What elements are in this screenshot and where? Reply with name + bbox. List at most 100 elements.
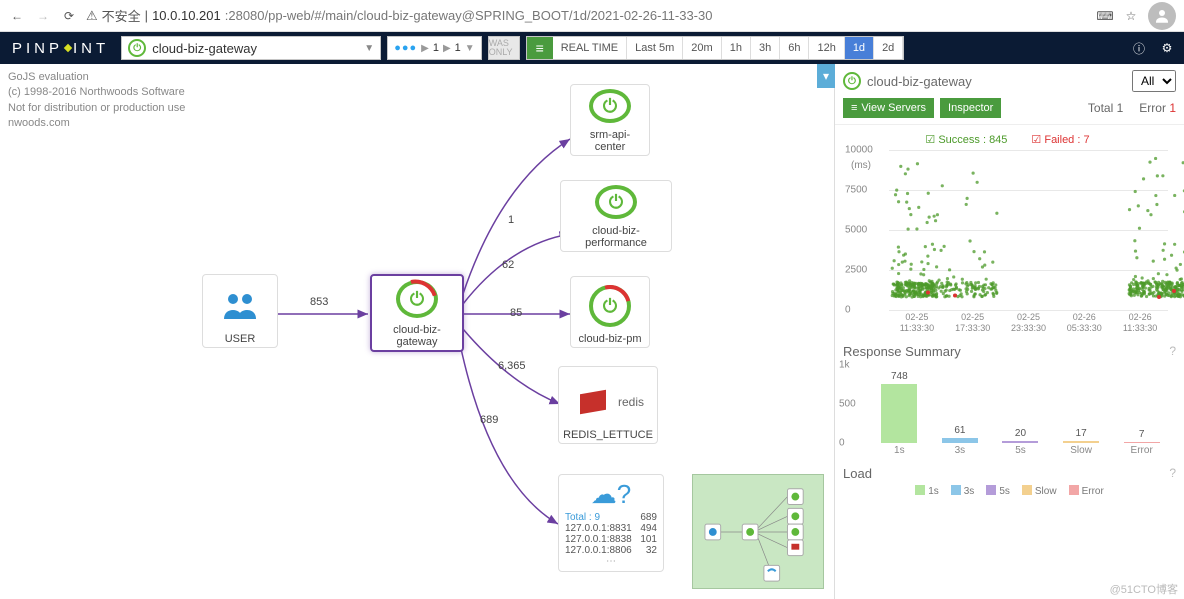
chevron-down-icon: ▼ [364,43,374,54]
edge-label-gw-cloud: 689 [480,414,498,426]
response-summary-title: Response Summary [843,344,1163,359]
time-option-1h[interactable]: 1h [722,37,751,59]
bar-3s[interactable]: 61 [930,365,991,443]
reload-icon[interactable]: ⟳ [60,7,78,25]
gojs-watermark: GoJS evaluation (c) 1998-2016 Northwoods… [8,70,185,132]
was-only-toggle[interactable]: WAS ONLY [488,36,520,60]
time-option-12h[interactable]: 12h [809,37,844,59]
view-servers-button[interactable]: ≡View Servers [843,98,934,118]
legend-5s: 5s [986,485,1010,497]
spring-boot-icon: ⏻ [595,185,637,219]
translate-icon[interactable]: ⌨ [1096,7,1114,25]
legend-success[interactable]: Success : 845 [925,133,1007,146]
browser-chrome: ← → ⟳ ⚠ 不安全 | 10.0.10.201:28080/pp-web/#… [0,0,1184,32]
address-bar[interactable]: ⚠ 不安全 | 10.0.10.201:28080/pp-web/#/main/… [86,6,1088,25]
bar-Error[interactable]: 7 [1111,365,1172,443]
instance-filter-select[interactable]: All [1132,70,1176,92]
help-icon[interactable]: ? [1169,466,1176,480]
legend-3s: 3s [951,485,975,497]
redis-brand-label: redis [618,395,644,409]
user-icon [219,285,261,327]
response-summary-chart[interactable]: 1k 500 0 7486120177 [869,365,1172,443]
bar-5s[interactable]: 20 [990,365,1051,443]
pinpoint-logo[interactable]: PINPINT [6,40,115,57]
node-cloud-biz-pm[interactable]: ⏻ cloud-biz-pm [570,276,650,348]
edge-label-gw-perf: 62 [502,259,514,271]
response-summary-axis: 1s3s5sSlowError [869,445,1172,456]
bar-1s[interactable]: 748 [869,365,930,443]
profile-avatar-icon[interactable] [1148,2,1176,30]
help-icon[interactable]: ⓘ [1128,37,1150,59]
outbound-count: 1 [455,42,461,54]
node-unknown-cloud[interactable]: ☁? Total : 9689 127.0.0.1:8831494 127.0.… [558,474,664,572]
chevron-down-icon: ▼ [465,43,475,54]
load-legend: 1s 3s 5s Slow Error [835,483,1184,501]
forward-icon[interactable]: → [34,7,52,25]
cloud-total-count: 689 [640,512,657,523]
node-gateway-label: cloud-biz-gateway [372,322,462,350]
time-option-6h[interactable]: 6h [780,37,809,59]
inout-filter[interactable]: ●●● ▶ 1 ▶ 1 ▼ [387,36,482,60]
node-redis-label: REDIS_LETTUCE [559,427,657,443]
url-host: 10.0.10.201 [152,8,221,23]
error-label: Error [1139,101,1166,115]
realtime-icon[interactable]: ≡ [527,37,553,59]
panel-header: ⏻ cloud-biz-gateway All [835,64,1184,98]
total-label: Total [1088,101,1113,115]
cloud-more-icon: ⋯ [606,556,616,567]
node-user-label: USER [203,331,277,347]
node-redis[interactable]: redis REDIS_LETTUCE [558,366,658,444]
bar-Slow[interactable]: 17 [1051,365,1112,443]
insecure-label: 不安全 [102,6,141,25]
time-option-20m[interactable]: 20m [683,37,721,59]
legend-err: Error [1069,485,1104,497]
side-panel: ▾ ⏻ cloud-biz-gateway All ≡View Servers … [834,64,1184,599]
redis-icon [572,381,614,423]
time-range-selector: ≡ REAL TIME Last 5m 20m 1h 3h 6h 12h 1d … [526,36,905,60]
node-pm-label: cloud-biz-pm [571,331,649,347]
node-gateway[interactable]: ⏻ cloud-biz-gateway [370,274,464,352]
settings-icon[interactable]: ⚙ [1156,37,1178,59]
inbound-count: 1 [433,42,439,54]
spring-boot-icon: ⏻ [128,39,146,57]
time-option-last5m[interactable]: Last 5m [627,37,683,59]
error-value: 1 [1169,101,1176,115]
time-option-3h[interactable]: 3h [751,37,780,59]
edge-label-user-gw: 853 [310,296,328,308]
cloud-row: 127.0.0.1:8831494 [565,523,657,534]
cloud-row: 127.0.0.1:880632 [565,545,657,556]
node-cloud-biz-performance[interactable]: ⏻ cloud-biz-performance [560,180,672,252]
scatter-plot-area[interactable]: (ms) 10000 7500 5000 2500 0 [889,150,1168,310]
inbound-dots-icon: ●●● [394,42,417,54]
node-perf-label: cloud-biz-performance [561,223,671,251]
time-option-2d[interactable]: 2d [874,37,903,59]
collapse-panel-icon[interactable]: ▾ [817,64,835,88]
legend-failed[interactable]: Failed : 7 [1031,133,1089,146]
node-srm-api-center[interactable]: ⏻ srm-api-center [570,84,650,156]
arrow-right-icon: ▶ [443,43,451,54]
load-title: Load [843,466,1163,481]
watermark: @51CTO博客 [1110,581,1178,597]
server-map-minimap[interactable] [692,474,824,589]
cloud-total-label: Total : 9 [565,512,600,523]
spring-boot-icon: ⏻ [589,89,631,123]
total-value: 1 [1117,101,1124,115]
node-api-label: srm-api-center [571,127,649,155]
insecure-triangle-icon: ⚠ [86,8,98,24]
application-selected: cloud-biz-gateway [152,41,358,56]
back-icon[interactable]: ← [8,7,26,25]
time-option-1d[interactable]: 1d [845,37,874,59]
star-icon[interactable]: ☆ [1122,7,1140,25]
node-user[interactable]: USER [202,274,278,348]
url-path: :28080/pp-web/#/main/cloud-biz-gateway@S… [225,8,713,23]
inspector-button[interactable]: Inspector [940,98,1001,118]
panel-stats: Total 1 Error 1 [1088,101,1176,115]
server-map[interactable]: GoJS evaluation (c) 1998-2016 Northwoods… [0,64,834,599]
spring-boot-icon: ⏻ [843,72,861,90]
spring-boot-icon: ⏻ [589,285,631,327]
help-icon[interactable]: ? [1169,344,1176,358]
legend-slow: Slow [1022,485,1057,497]
application-selector[interactable]: ⏻ cloud-biz-gateway ▼ [121,36,381,60]
realtime-label[interactable]: REAL TIME [553,37,627,59]
scatter-x-axis: 02-2511:33:30 02-2517:33:30 02-2523:33:3… [889,312,1168,334]
